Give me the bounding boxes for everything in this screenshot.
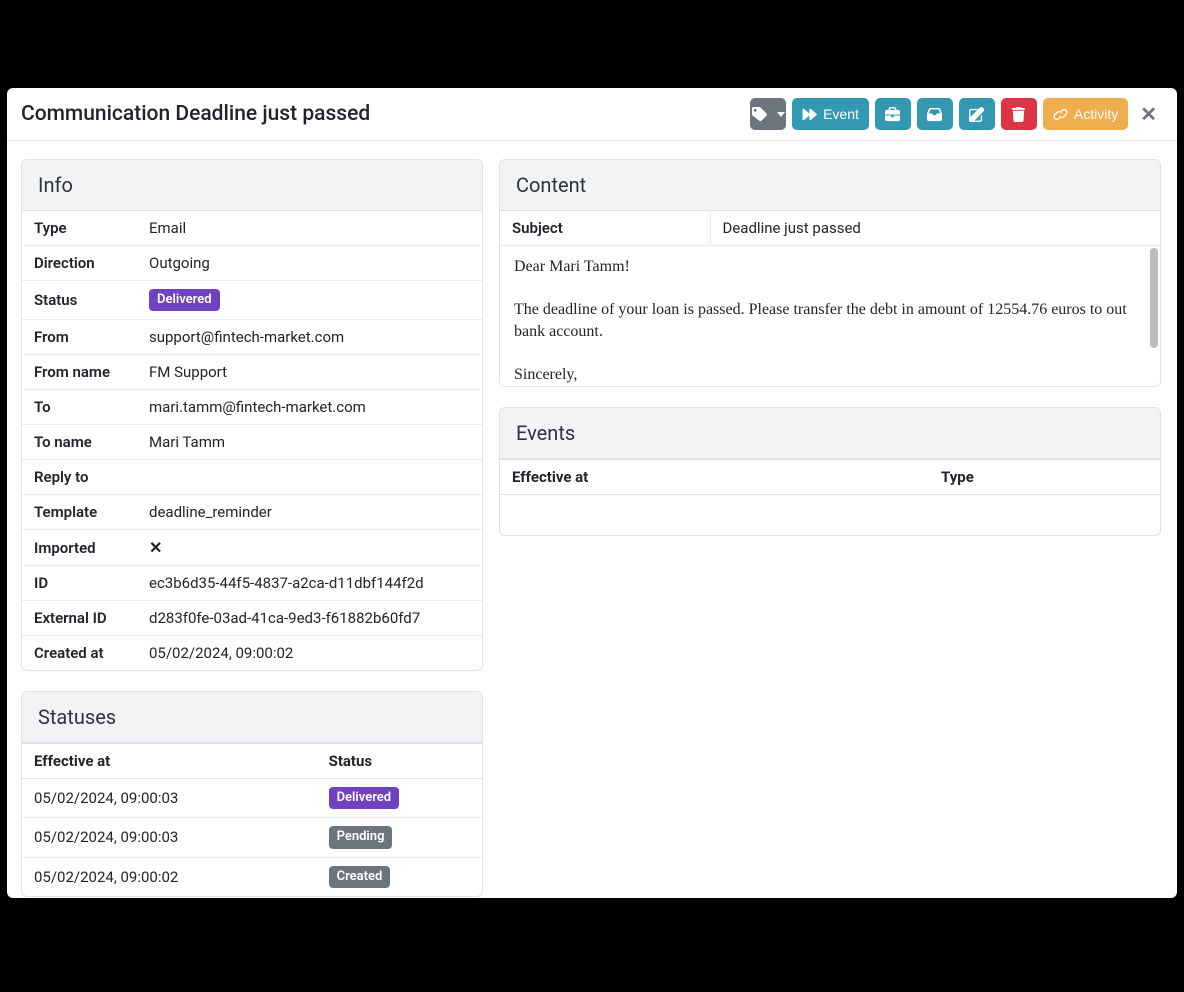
statuses-header-effective: Effective at — [22, 744, 317, 779]
status-badge: Pending — [329, 826, 393, 848]
info-value-type: Email — [137, 211, 482, 246]
activity-button[interactable]: Activity — [1043, 98, 1128, 130]
info-label-to: To — [22, 390, 137, 425]
statuses-row: 05/02/2024, 09:00:03 Pending — [22, 818, 482, 857]
info-label-direction: Direction — [22, 246, 137, 281]
info-value-id: ec3b6d35-44f5-4837-a2ca-d11dbf144f2d — [137, 566, 482, 601]
status-badge: Created — [329, 866, 391, 888]
info-label-id: ID — [22, 566, 137, 601]
link-icon — [1053, 107, 1068, 122]
status-badge: Delivered — [329, 787, 400, 809]
fast-forward-icon — [802, 107, 817, 122]
statuses-header-status: Status — [317, 744, 482, 779]
statuses-card-header: Statuses — [22, 692, 482, 743]
info-label-from: From — [22, 320, 137, 355]
trash-icon — [1011, 107, 1026, 122]
inbox-icon — [927, 107, 942, 122]
info-value-imported: ✕ — [137, 530, 482, 566]
info-value-replyto — [137, 460, 482, 495]
delete-button[interactable] — [1001, 98, 1037, 130]
events-table: Effective at Type — [500, 459, 1160, 495]
statuses-card: Statuses Effective at Status 05/02/2024,… — [21, 691, 483, 897]
inbox-button[interactable] — [917, 98, 953, 130]
info-value-status: Delivered — [137, 281, 482, 320]
close-button[interactable]: ✕ — [1134, 104, 1163, 124]
communication-modal: Communication Deadline just passed Event — [7, 88, 1177, 898]
edit-icon — [969, 107, 984, 122]
events-empty-body — [500, 495, 1160, 535]
statuses-status: Created — [317, 857, 482, 896]
statuses-effective: 05/02/2024, 09:00:03 — [22, 779, 317, 818]
subject-label: Subject — [500, 211, 710, 246]
status-badge-delivered: Delivered — [149, 289, 220, 311]
info-value-to: mari.tamm@fintech-market.com — [137, 390, 482, 425]
statuses-effective: 05/02/2024, 09:00:02 — [22, 857, 317, 896]
info-label-toname: To name — [22, 425, 137, 460]
events-header-effective: Effective at — [500, 460, 929, 495]
info-value-externalid: d283f0fe-03ad-41ca-9ed3-f61882b60fd7 — [137, 601, 482, 636]
header-actions: Event Activity ✕ — [750, 98, 1163, 130]
info-label-type: Type — [22, 211, 137, 246]
info-label-status: Status — [22, 281, 137, 320]
edit-button[interactable] — [959, 98, 995, 130]
content-card: Content Subject Deadline just passed Dea… — [499, 159, 1161, 387]
x-icon: ✕ — [149, 538, 162, 557]
info-card-header: Info — [22, 160, 482, 211]
event-button[interactable]: Event — [792, 98, 869, 130]
events-card: Events Effective at Type — [499, 407, 1161, 536]
info-card: Info TypeEmail DirectionOutgoing Status D… — [21, 159, 483, 671]
statuses-status: Delivered — [317, 779, 482, 818]
statuses-effective: 05/02/2024, 09:00:03 — [22, 818, 317, 857]
scrollbar-thumb[interactable] — [1150, 248, 1158, 348]
info-label-externalid: External ID — [22, 601, 137, 636]
info-value-direction: Outgoing — [137, 246, 482, 281]
statuses-table: Effective at Status 05/02/2024, 09:00:03… — [22, 743, 482, 896]
subject-row: Subject Deadline just passed — [500, 211, 1160, 246]
content-card-header: Content — [500, 160, 1160, 211]
info-table: TypeEmail DirectionOutgoing Status Delive… — [22, 211, 482, 670]
briefcase-button[interactable] — [875, 98, 911, 130]
briefcase-icon — [885, 107, 900, 122]
info-value-createdat: 05/02/2024, 09:00:02 — [137, 636, 482, 671]
modal-body: Info TypeEmail DirectionOutgoing StatusD… — [7, 141, 1177, 898]
statuses-status: Pending — [317, 818, 482, 857]
statuses-row: 05/02/2024, 09:00:02 Created — [22, 857, 482, 896]
info-value-from: support@fintech-market.com — [137, 320, 482, 355]
info-label-imported: Imported — [22, 530, 137, 566]
modal-title: Communication Deadline just passed — [21, 102, 370, 126]
caret-down-icon — [777, 112, 785, 117]
info-label-fromname: From name — [22, 355, 137, 390]
info-value-fromname: FM Support — [137, 355, 482, 390]
event-button-label: Event — [823, 106, 859, 122]
info-label-replyto: Reply to — [22, 460, 137, 495]
modal-header: Communication Deadline just passed Event — [7, 88, 1177, 141]
subject-value: Deadline just passed — [710, 211, 1160, 246]
info-value-template: deadline_reminder — [137, 495, 482, 530]
info-label-template: Template — [22, 495, 137, 530]
activity-button-label: Activity — [1074, 106, 1118, 122]
events-card-header: Events — [500, 408, 1160, 459]
statuses-row: 05/02/2024, 09:00:03 Delivered — [22, 779, 482, 818]
events-header-type: Type — [929, 460, 1160, 495]
info-value-toname: Mari Tamm — [137, 425, 482, 460]
content-body[interactable]: Dear Mari Tamm!The deadline of your loan… — [500, 246, 1160, 386]
tag-dropdown-button[interactable] — [750, 98, 786, 130]
tag-icon — [752, 107, 767, 122]
info-label-createdat: Created at — [22, 636, 137, 671]
